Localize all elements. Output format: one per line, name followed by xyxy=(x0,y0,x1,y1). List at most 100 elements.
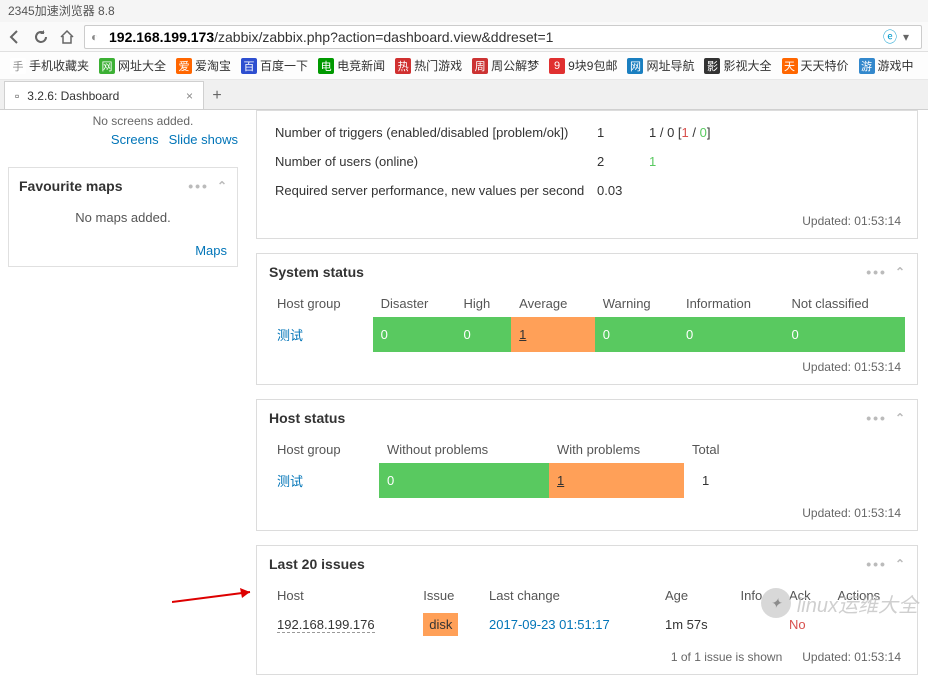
hostgroup-link[interactable]: 测试 xyxy=(277,474,303,489)
column-header: High xyxy=(456,290,512,317)
sidebar: No screens added. Screens Slide shows Fa… xyxy=(0,110,246,651)
bookmarks-bar: 手手机收藏夹网网址大全爱爱淘宝百百度一下电电竞新闻热热门游戏周周公解梦99块9包… xyxy=(0,52,928,80)
metric-value: 2 xyxy=(593,148,643,175)
host-status-widget: Host status ••• ⌃ Host groupWithout prob… xyxy=(256,399,918,531)
high-cell[interactable]: 0 xyxy=(456,317,512,352)
browser-navbar: ◐ 192.168.199.173/zabbix/zabbix.php?acti… xyxy=(0,22,928,52)
screens-link[interactable]: Screens xyxy=(111,132,159,147)
information-cell[interactable]: 0 xyxy=(678,317,784,352)
updated-text: Updated: 01:53:14 xyxy=(269,206,905,228)
ie-engine-icon[interactable]: ⓔ xyxy=(883,27,897,47)
metric-label: Number of triggers (enabled/disabled [pr… xyxy=(271,119,591,146)
maps-link[interactable]: Maps xyxy=(195,243,227,258)
back-icon[interactable] xyxy=(6,28,24,46)
total-cell: 1 xyxy=(684,463,905,498)
bookmark-item[interactable]: 电电竞新闻 xyxy=(318,57,385,74)
new-tab-button[interactable]: + xyxy=(204,83,230,109)
bookmark-icon: 爱 xyxy=(176,58,192,74)
column-header: Actions xyxy=(829,582,905,609)
column-header: Disaster xyxy=(373,290,456,317)
bookmark-icon: 天 xyxy=(782,58,798,74)
bookmark-item[interactable]: 网网址导航 xyxy=(627,57,694,74)
overview-widget: Number of triggers (enabled/disabled [pr… xyxy=(256,110,918,239)
main-content: Number of triggers (enabled/disabled [pr… xyxy=(246,110,928,651)
bookmark-icon: 手 xyxy=(10,58,26,74)
with-problems-cell[interactable]: 1 xyxy=(549,463,684,498)
metric-label: Number of users (online) xyxy=(271,148,591,175)
bookmark-label: 游戏中 xyxy=(878,57,914,74)
column-header: Warning xyxy=(595,290,678,317)
bookmark-item[interactable]: 影影视大全 xyxy=(704,57,771,74)
tab-dashboard[interactable]: ▫ 3.2.6: Dashboard × xyxy=(4,81,204,109)
collapse-icon[interactable]: ⌃ xyxy=(217,179,227,193)
bookmark-label: 热门游戏 xyxy=(414,57,462,74)
warning-cell[interactable]: 0 xyxy=(595,317,678,352)
reload-icon[interactable] xyxy=(32,28,50,46)
no-screens-text: No screens added. xyxy=(8,114,238,128)
tab-title: 3.2.6: Dashboard xyxy=(27,82,119,110)
bookmark-item[interactable]: 百百度一下 xyxy=(241,57,308,74)
collapse-icon[interactable]: ⌃ xyxy=(895,265,905,279)
bookmark-icon: 热 xyxy=(395,58,411,74)
no-maps-text: No maps added. xyxy=(19,202,227,237)
column-header: Not classified xyxy=(783,290,905,317)
bookmark-item[interactable]: 网网址大全 xyxy=(99,57,166,74)
bookmark-item[interactable]: 热热门游戏 xyxy=(395,57,462,74)
bookmark-item[interactable]: 游游戏中 xyxy=(859,57,914,74)
average-cell[interactable]: 1 xyxy=(511,317,595,352)
column-header: Issue xyxy=(415,582,481,609)
bookmark-item[interactable]: 手手机收藏夹 xyxy=(10,57,89,74)
menu-icon[interactable]: ••• xyxy=(866,556,887,572)
url-bar[interactable]: ◐ 192.168.199.173/zabbix/zabbix.php?acti… xyxy=(84,25,922,49)
bookmark-icon: 电 xyxy=(318,58,334,74)
bookmark-label: 手机收藏夹 xyxy=(29,57,89,74)
overview-row: Number of triggers (enabled/disabled [pr… xyxy=(271,119,903,146)
bookmark-label: 周公解梦 xyxy=(491,57,539,74)
widget-title: Last 20 issues xyxy=(269,556,365,572)
bookmark-label: 9块9包邮 xyxy=(568,57,617,74)
bookmark-icon: 9 xyxy=(549,58,565,74)
column-header: Host group xyxy=(269,290,373,317)
issue-count-text: 1 of 1 issue is shown xyxy=(671,650,782,664)
last-change-link[interactable]: 2017-09-23 01:51:17 xyxy=(489,617,610,632)
close-icon[interactable]: × xyxy=(186,82,193,110)
collapse-icon[interactable]: ⌃ xyxy=(895,557,905,571)
favourite-maps-widget: Favourite maps ••• ⌃ No maps added. Maps xyxy=(8,167,238,267)
column-header: Without problems xyxy=(379,436,549,463)
home-icon[interactable] xyxy=(58,28,76,46)
bookmark-label: 网址大全 xyxy=(118,57,166,74)
without-problems-cell[interactable]: 0 xyxy=(379,463,549,498)
issue-badge[interactable]: disk xyxy=(423,613,458,636)
bookmark-item[interactable]: 天天天特价 xyxy=(782,57,849,74)
metric-detail: 1 / 0 [1 / 0] xyxy=(645,119,903,146)
column-header: With problems xyxy=(549,436,684,463)
widget-title: System status xyxy=(269,264,364,280)
bookmark-item[interactable]: 99块9包邮 xyxy=(549,57,617,74)
bookmark-label: 影视大全 xyxy=(723,57,771,74)
ack-link[interactable]: No xyxy=(789,617,806,632)
url-text: 192.168.199.173/zabbix/zabbix.php?action… xyxy=(109,29,877,45)
menu-icon[interactable]: ••• xyxy=(866,264,887,280)
slideshows-link[interactable]: Slide shows xyxy=(169,132,238,147)
page-icon: ▫ xyxy=(15,82,19,110)
menu-icon[interactable]: ••• xyxy=(188,178,209,194)
bookmark-label: 电竞新闻 xyxy=(337,57,385,74)
column-header: Average xyxy=(511,290,595,317)
system-status-widget: System status ••• ⌃ Host groupDisasterHi… xyxy=(256,253,918,385)
updated-text: Updated: 01:53:14 xyxy=(269,498,905,520)
bookmark-item[interactable]: 周周公解梦 xyxy=(472,57,539,74)
bookmark-item[interactable]: 爱爱淘宝 xyxy=(176,57,231,74)
disaster-cell[interactable]: 0 xyxy=(373,317,456,352)
host-link[interactable]: 192.168.199.176 xyxy=(277,617,375,633)
bookmark-label: 百度一下 xyxy=(260,57,308,74)
bookmark-icon: 网 xyxy=(627,58,643,74)
hostgroup-link[interactable]: 测试 xyxy=(277,328,303,343)
menu-icon[interactable]: ••• xyxy=(866,410,887,426)
notclassified-cell[interactable]: 0 xyxy=(783,317,905,352)
column-header: Host group xyxy=(269,436,379,463)
url-dropdown-icon[interactable]: ▾ xyxy=(897,28,915,46)
last-issues-widget: Last 20 issues ••• ⌃ HostIssueLast chang… xyxy=(256,545,918,675)
overview-row: Required server performance, new values … xyxy=(271,177,903,204)
collapse-icon[interactable]: ⌃ xyxy=(895,411,905,425)
bookmark-label: 网址导航 xyxy=(646,57,694,74)
